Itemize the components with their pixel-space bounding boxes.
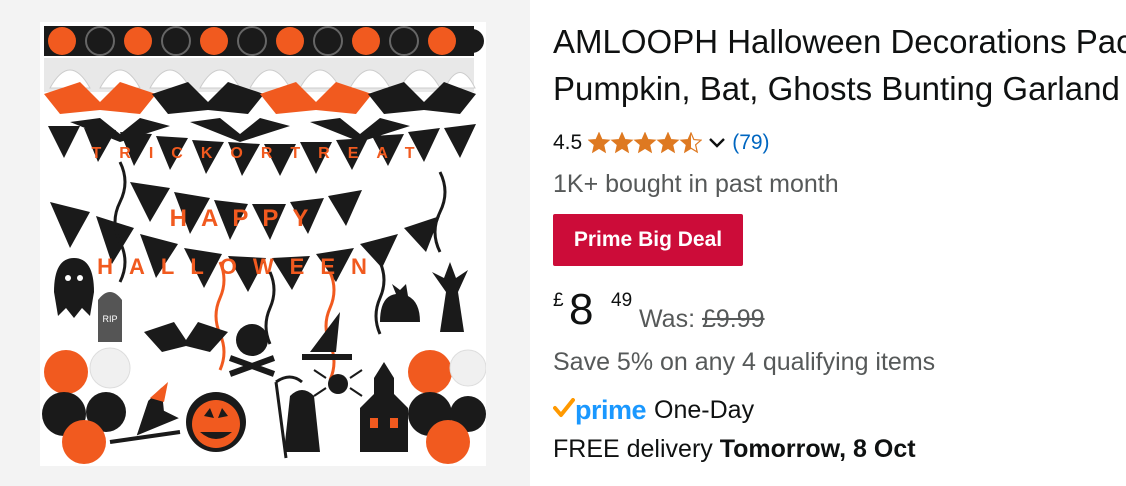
save-offer-text[interactable]: Save 5% on any 4 qualifying items [553,348,935,377]
rating-row: 4.5 (79) [553,128,770,158]
product-title[interactable]: AMLOOPH Halloween Decorations Pack - Pum… [553,18,1126,112]
star-rating[interactable] [588,132,703,154]
product-image-panel: TRICKORTREAT HAPPY HALLOWEEN RIP [0,0,530,486]
svg-text:HAPPY: HAPPY [170,205,323,232]
prime-speed: One-Day [654,395,755,424]
svg-text:HALLOWEEN: HALLOWEEN [97,254,383,279]
rating-count-link[interactable]: (79) [732,131,769,155]
spider-cutout [313,369,363,397]
product-title-line2[interactable]: Pumpkin, Bat, Ghosts Bunting Garland [553,65,1126,112]
ghost-cutout [54,258,94,318]
prime-logo: prime [575,394,647,425]
prime-delivery-badge: prime One-Day [553,392,754,428]
price-whole: 8 [569,285,594,334]
prime-check-icon [553,396,575,425]
was-price-value: £9.99 [701,305,765,333]
chevron-down-icon[interactable] [708,131,726,155]
product-title-line1[interactable]: AMLOOPH Halloween Decorations Pack - [553,18,1126,65]
halloween-decorations-image: TRICKORTREAT HAPPY HALLOWEEN RIP [42,26,487,464]
tombstone-cutout: RIP [98,292,122,342]
deal-badge: Prime Big Deal [553,214,743,266]
was-price: Was: £9.99 [639,305,765,334]
happy-banner: HAPPY [130,182,362,240]
stars-icon [588,132,703,154]
cat-cutout [380,284,420,322]
bat-cutout [144,322,228,352]
spooky-tree-cutout [432,262,468,332]
bought-in-past-month: 1K+ bought in past month [553,170,839,198]
rating-value: 4.5 [553,131,583,154]
price-currency: £ [553,290,564,311]
balloons-left [42,347,131,464]
ghost-garland [44,58,476,92]
price-fraction: 49 [611,290,633,311]
balloons-right [408,349,487,464]
svg-text:RIP: RIP [102,314,117,324]
delivery-info: FREE delivery Tomorrow, 8 Oct [553,435,916,464]
product-image[interactable]: TRICKORTREAT HAPPY HALLOWEEN RIP [40,22,487,466]
reaper-cutout [274,375,320,459]
pumpkin-garland [44,26,484,56]
delivery-prefix: FREE delivery [553,435,713,463]
was-label: Was: [639,305,696,333]
svg-text:TRICKORTREAT: TRICKORTREAT [91,145,432,162]
delivery-date: Tomorrow, 8 Oct [719,435,916,463]
jack-o-lantern-cutout [186,392,246,452]
haunted-house-cutout [360,362,408,452]
